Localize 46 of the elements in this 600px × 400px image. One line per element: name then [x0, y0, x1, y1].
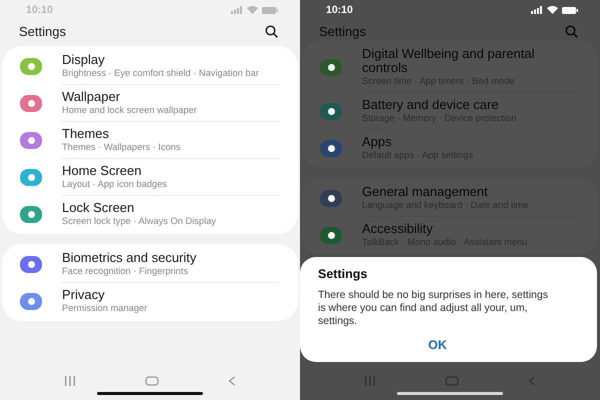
- item-title: Apps: [362, 135, 393, 149]
- item-subtitle: Layout · App icon badges: [62, 179, 168, 190]
- battery-icon: [562, 6, 578, 14]
- settings-item[interactable]: Themes Themes · Wallpapers · Icons: [2, 122, 298, 158]
- signal-icon: [231, 6, 243, 14]
- settings-item[interactable]: Biometrics and security Face recognition · Fingerprints: [2, 246, 298, 282]
- status-time: 10:10: [326, 4, 354, 16]
- dialog-message: There should be no big surprises in here, settings is where you can find and adjust all your, um, settings.: [318, 289, 549, 328]
- item-title: General management: [362, 185, 489, 199]
- settings-item[interactable]: Display Brightness · Eye comfort shield · Navigation bar: [2, 48, 298, 84]
- item-subtitle: Home and lock screen wallpaper: [62, 105, 198, 116]
- back-icon: [528, 376, 536, 386]
- battery-icon: [262, 6, 278, 14]
- item-title: Lock Screen: [62, 201, 136, 215]
- search-icon[interactable]: [265, 24, 278, 38]
- item-title: Digital Wellbeing and parental controls: [362, 47, 536, 75]
- item-title: Display: [62, 53, 106, 67]
- recent-apps-icon: [364, 376, 376, 386]
- settings-item[interactable]: Home Screen Layout · App icon badges: [2, 159, 298, 195]
- item-title: Accessibility: [362, 222, 434, 236]
- item-subtitle: Permission manager: [62, 303, 148, 314]
- signal-icon: [531, 6, 543, 14]
- item-subtitle: Brightness · Eye comfort shield · Navigation bar: [62, 68, 260, 79]
- page-title: Settings: [319, 24, 366, 38]
- recent-apps-icon: [64, 376, 76, 386]
- dialog-title: Settings: [318, 267, 368, 281]
- item-subtitle: Face recognition · Fingerprints: [62, 266, 190, 277]
- item-title: Home Screen: [62, 164, 142, 178]
- item-title: Biometrics and security: [62, 251, 198, 265]
- item-title: Battery and device care: [362, 98, 500, 112]
- item-title: Themes: [62, 127, 110, 141]
- status-time: 10:10: [26, 4, 54, 16]
- item-subtitle: Screen lock type · Always On Display: [62, 216, 217, 227]
- item-title: Privacy: [62, 288, 106, 302]
- settings-item[interactable]: Privacy Permission manager: [2, 283, 298, 319]
- page-title: Settings: [19, 24, 66, 38]
- home-icon: [444, 376, 459, 386]
- home-icon: [144, 376, 159, 386]
- item-subtitle: Themes · Wallpapers · Icons: [62, 142, 182, 153]
- settings-item[interactable]: Wallpaper Home and lock screen wallpaper: [2, 85, 298, 121]
- wifi-icon: [547, 6, 558, 14]
- settings-item[interactable]: Lock Screen Screen lock type · Always On Display: [2, 196, 298, 232]
- ok-button[interactable]: OK: [418, 336, 457, 354]
- back-icon: [228, 376, 236, 386]
- wifi-icon: [247, 6, 258, 14]
- item-title: Wallpaper: [62, 90, 122, 104]
